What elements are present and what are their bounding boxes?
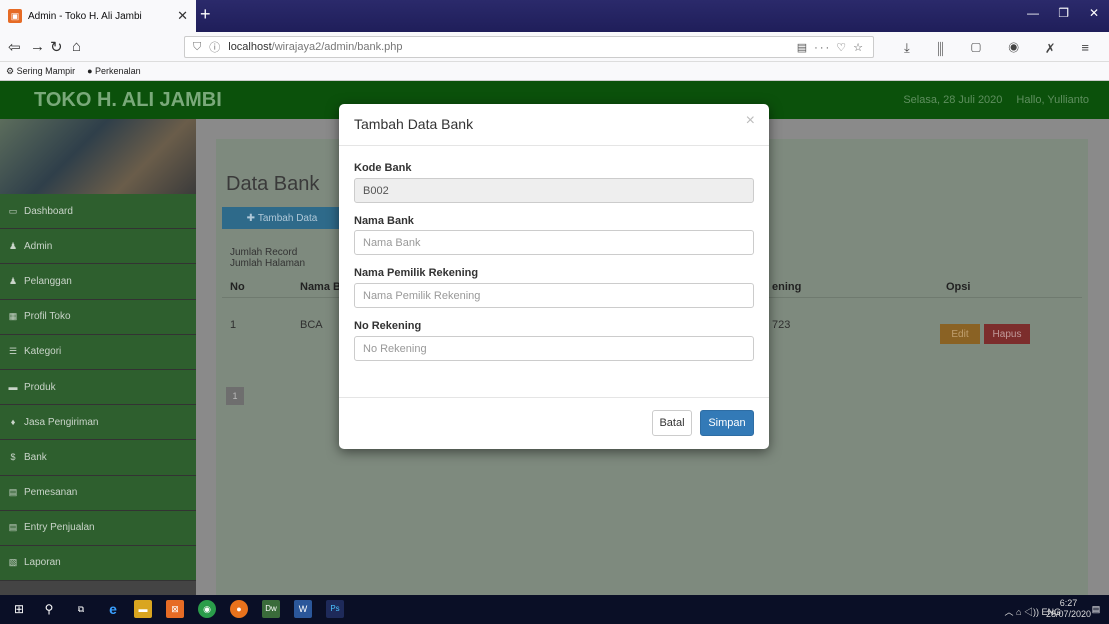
shield-icon: ⛉ <box>193 40 202 53</box>
jumlah-record-label: Jumlah Record <box>230 247 298 258</box>
users-icon: ♟ <box>8 275 18 286</box>
card-icon: ▤ <box>8 487 18 498</box>
nama-bank-label: Nama Bank <box>354 215 414 227</box>
url-path: /wirajaya2/admin/bank.php <box>271 41 403 53</box>
delete-button[interactable]: Hapus <box>984 324 1030 344</box>
tambah-data-bank-modal: Tambah Data Bank × Kode Bank Nama Bank N… <box>339 104 769 449</box>
save-button[interactable]: Simpan <box>700 410 754 436</box>
sidebar-item-profil-toko[interactable]: ▦ Profil Toko <box>0 299 196 335</box>
sidebar-item-kategori[interactable]: ☰ Kategori <box>0 334 196 370</box>
sidebar-item-dashboard[interactable]: ▭ Dashboard <box>0 194 196 230</box>
back-icon[interactable]: ⇦ <box>8 38 21 56</box>
add-data-button[interactable]: ✚ Tambah Data <box>222 207 342 229</box>
card-icon: ▤ <box>8 522 18 533</box>
browser-tab-bar: ▣ Admin - Toko H. Ali Jambi ✕ + — ❐ ✕ <box>0 0 1109 32</box>
bookmark-sering-mampir[interactable]: ⚙ Sering Mampir <box>6 66 75 77</box>
sidebar-item-pelanggan[interactable]: ♟ Pelanggan <box>0 264 196 300</box>
briefcase-icon: ▬ <box>8 382 18 393</box>
table-icon: ▦ <box>8 311 18 322</box>
current-date: Selasa, 28 Juli 2020 <box>903 94 1003 106</box>
task-view-icon[interactable]: ⧉ <box>72 600 90 618</box>
modal-header: Tambah Data Bank × <box>339 104 769 146</box>
close-window-icon[interactable]: ✕ <box>1089 6 1099 20</box>
tab-title: Admin - Toko H. Ali Jambi <box>28 10 142 22</box>
file-icon: ▧ <box>8 557 18 568</box>
monitor-icon: ▭ <box>8 205 18 216</box>
nama-bank-input[interactable] <box>354 230 754 255</box>
column-header-no: No <box>230 281 245 293</box>
close-tab-icon[interactable]: ✕ <box>177 8 188 24</box>
new-tab-icon[interactable]: + <box>200 4 211 25</box>
url-host: localhost <box>228 41 272 53</box>
toolbar-icons[interactable]: ⤓ ⫼ ▢ ◉ ✗ ≡ <box>904 40 1101 56</box>
page-icon: ▣ <box>8 9 22 23</box>
map-marker-icon: ♦ <box>10 417 16 428</box>
sidebar-item-admin[interactable]: ♟ Admin <box>0 229 196 265</box>
sidebar-item-jasa-pengiriman[interactable]: ♦ Jasa Pengiriman <box>0 405 196 441</box>
forward-icon[interactable]: → <box>30 38 45 55</box>
pagination-page-1[interactable]: 1 <box>226 387 244 405</box>
column-header-opsi: Opsi <box>946 281 971 293</box>
edge-icon[interactable]: e <box>104 600 122 618</box>
windows-start-icon[interactable]: ⊞ <box>10 600 28 618</box>
page-actions-icon[interactable]: ▤ ··· ♡ ☆ <box>797 41 865 54</box>
reload-icon[interactable]: ↻ <box>50 38 63 56</box>
dollar-icon: $ <box>10 452 16 463</box>
dreamweaver-icon[interactable]: Dw <box>262 600 280 618</box>
notifications-icon[interactable]: ▤ <box>1087 600 1105 618</box>
table-cell-nama: BCA <box>300 319 323 331</box>
browser-tab[interactable]: ▣ Admin - Toko H. Ali Jambi ✕ <box>0 0 196 32</box>
file-explorer-icon[interactable]: ▬ <box>134 600 152 618</box>
no-rekening-input[interactable] <box>354 336 754 361</box>
bookmarks-bar: ⚙ Sering Mampir ● Perkenalan <box>0 62 1109 81</box>
column-header-nama: Nama B <box>300 281 341 293</box>
sidebar-item-produk[interactable]: ▬ Produk <box>0 369 196 406</box>
close-icon[interactable]: × <box>746 112 755 130</box>
sidebar: ▭ Dashboard ♟ Admin ♟ Pelanggan ▦ Profil Tok… <box>0 119 196 595</box>
sidebar-item-laporan[interactable]: ▧ Laporan <box>0 545 196 582</box>
sidebar-item-pemesanan[interactable]: ▤ Pemesanan <box>0 475 196 511</box>
chrome-icon[interactable]: ◉ <box>198 600 216 618</box>
kode-bank-label: Kode Bank <box>354 162 412 174</box>
brand-logo[interactable]: TOKO H. ALI JAMBI <box>34 89 222 112</box>
user-icon: ♟ <box>8 240 18 251</box>
jumlah-halaman-label: Jumlah Halaman <box>230 258 306 269</box>
plus-icon: ✚ <box>246 212 258 224</box>
edit-button[interactable]: Edit <box>940 324 980 344</box>
minimize-icon[interactable]: — <box>1027 6 1039 20</box>
search-icon[interactable]: ⚲ <box>40 600 58 618</box>
modal-footer-divider <box>339 397 769 398</box>
page-title: Data Bank <box>226 173 320 195</box>
table-cell-no: 1 <box>230 319 237 331</box>
word-icon[interactable]: W <box>294 600 312 618</box>
nama-pemilik-label: Nama Pemilik Rekening <box>354 267 479 279</box>
kode-bank-field[interactable] <box>354 178 754 203</box>
store-banner-image <box>0 119 196 194</box>
taskbar-clock[interactable]: 6:27 28/07/2020 <box>1046 598 1091 620</box>
record-stats: Jumlah Record Jumlah Halaman <box>230 247 305 269</box>
info-icon: ⓘ <box>209 42 221 54</box>
xampp-icon[interactable]: ⊠ <box>166 600 184 618</box>
photoshop-icon[interactable]: Ps <box>326 600 344 618</box>
home-icon[interactable]: ⌂ <box>72 38 81 55</box>
user-greeting[interactable]: Hallo, Yullianto <box>1016 94 1089 106</box>
table-cell-rekening: 723 <box>772 319 791 331</box>
sidebar-item-entry-penjualan[interactable]: ▤ Entry Penjualan <box>0 510 196 546</box>
column-header-rekening: ening <box>772 281 802 293</box>
list-icon: ☰ <box>8 346 18 357</box>
modal-title: Tambah Data Bank <box>354 116 474 132</box>
no-rekening-label: No Rekening <box>354 320 422 332</box>
restore-icon[interactable]: ❐ <box>1058 6 1069 20</box>
url-bar[interactable]: ⛉ ⓘ localhost/wirajaya2/admin/bank.php ▤… <box>184 36 874 58</box>
bookmark-perkenalan[interactable]: ● Perkenalan <box>87 66 140 76</box>
cancel-button[interactable]: Batal <box>652 410 692 436</box>
firefox-icon[interactable]: ● <box>230 600 248 618</box>
windows-taskbar: ⊞ ⚲ ⧉ e ▬ ⊠ ◉ ● Dw W Ps ︿ ⌂ ◁)) ENG 6:27… <box>0 595 1109 624</box>
nama-pemilik-input[interactable] <box>354 283 754 308</box>
browser-nav-bar: ⇦ → ↻ ⌂ ⛉ ⓘ localhost/wirajaya2/admin/ba… <box>0 32 1109 62</box>
sidebar-item-bank[interactable]: $ Bank <box>0 440 196 476</box>
